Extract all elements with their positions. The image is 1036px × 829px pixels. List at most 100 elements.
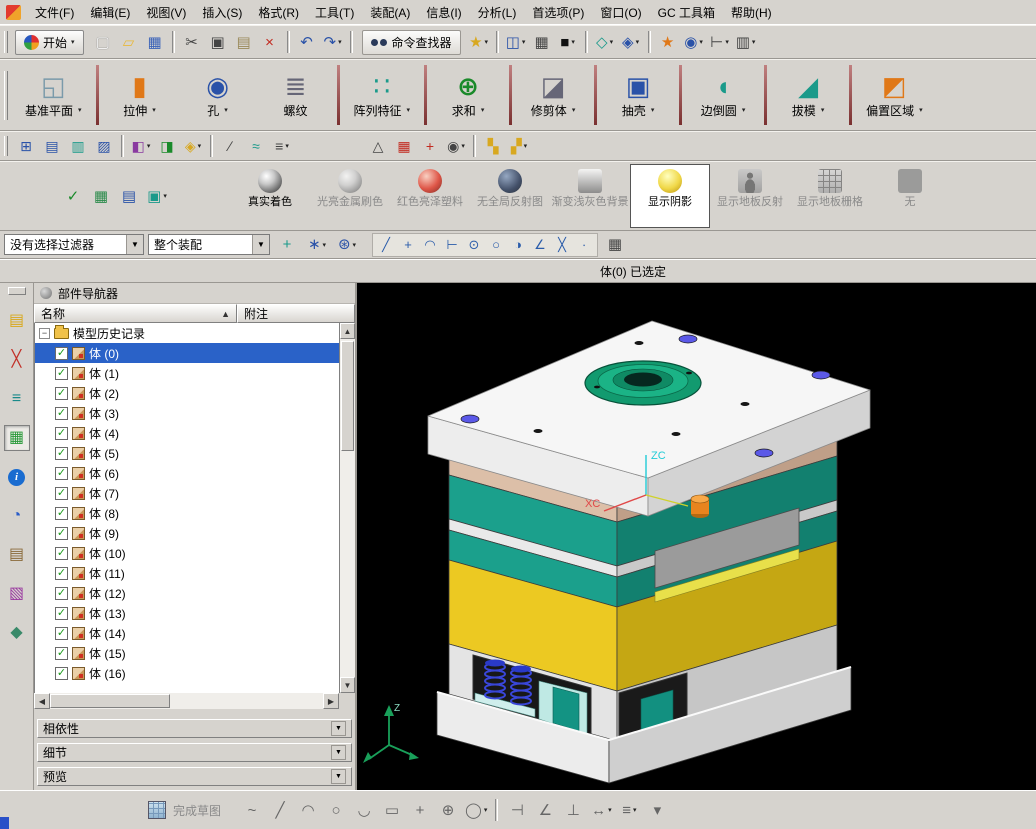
sketch-tool-button[interactable]: ▭ ▾ xyxy=(379,797,405,823)
sidebar-resource-button[interactable]: ▤ xyxy=(4,308,30,334)
mold-3d-model[interactable]: ZC XC Z xyxy=(357,283,1036,790)
part-navigator-titlebar[interactable]: 部件导航器 xyxy=(34,283,355,304)
toolbar-button[interactable]: ▾ xyxy=(585,31,588,53)
feature-button[interactable]: ◖ 边倒圆 ▾ xyxy=(684,62,762,128)
navigator-section-bar[interactable]: 预览 ▼ xyxy=(37,767,352,786)
tree-item-body[interactable]: ✓ 体 (13) xyxy=(35,603,339,623)
menu-item[interactable]: 视图(V) xyxy=(138,1,194,24)
toolbar-button[interactable]: ▤ ▾ xyxy=(39,133,65,159)
toolbar-button[interactable]: ⊞ ▾ xyxy=(13,133,39,159)
render-style-button[interactable]: 渐变浅灰色背景 xyxy=(550,164,630,228)
snap-point-toggle[interactable]: ╳ xyxy=(551,234,573,256)
sketch-tool-button[interactable]: + ▾ xyxy=(407,797,433,823)
toolbar-button[interactable]: ≡ ▾ xyxy=(269,133,295,159)
feature-button[interactable]: ▣ 抽壳 ▾ xyxy=(599,62,677,128)
start-button[interactable]: 开始 ▾ xyxy=(15,30,84,55)
toolbar-button[interactable]: ★ ▾ xyxy=(466,29,492,55)
toolbar-button[interactable]: ▾ xyxy=(121,135,124,157)
toolbar-button[interactable]: ≈ ▾ xyxy=(243,133,269,159)
feature-button[interactable]: ◩ 偏置区域 ▾ xyxy=(854,62,935,128)
snap-point-toggle[interactable]: ⊢ xyxy=(441,234,463,256)
checkbox-icon[interactable]: ✓ xyxy=(55,447,68,460)
finish-sketch-icon[interactable] xyxy=(148,801,166,819)
sketch-tool-button[interactable]: ⊥ ▾ xyxy=(560,797,586,823)
scroll-up-icon[interactable]: ▲ xyxy=(340,323,355,339)
feature-button[interactable]: ◉ 孔 ▾ xyxy=(179,62,257,128)
checkbox-icon[interactable]: ✓ xyxy=(55,667,68,680)
graphics-viewport[interactable]: ZC XC Z xyxy=(357,283,1036,790)
toolbar-button[interactable]: ▾ xyxy=(473,135,476,157)
menu-item[interactable]: GC 工具箱 xyxy=(650,1,723,24)
feature-button[interactable]: ▾ xyxy=(679,65,682,125)
column-header-name[interactable]: 名称 ▲ xyxy=(34,304,237,323)
toolbar-button[interactable]: ▞ ▾ xyxy=(506,133,532,159)
sketch-tool-button[interactable]: ◯ ▾ xyxy=(463,797,489,823)
sketch-tool-button[interactable]: ∠ ▾ xyxy=(532,797,558,823)
toolbar-button[interactable]: ▾ xyxy=(295,133,365,159)
sidebar-resource-button[interactable]: ▤ xyxy=(4,542,30,568)
feature-button[interactable]: ⊕ 求和 ▾ xyxy=(429,62,507,128)
sketch-tool-button[interactable]: ≡ ▾ xyxy=(616,797,642,823)
selection-tool-button[interactable]: + ▾ xyxy=(274,232,300,258)
tree-item-body[interactable]: ✓ 体 (0) xyxy=(35,343,339,363)
toolbar-grip[interactable] xyxy=(4,71,8,120)
toolbar-button[interactable]: ▦ ▾ xyxy=(142,29,168,55)
toolbar-button[interactable]: ◈ ▾ xyxy=(618,29,644,55)
toolbar-button[interactable]: ▨ ▾ xyxy=(91,133,117,159)
sketch-tool-button[interactable]: ⊕ ▾ xyxy=(435,797,461,823)
feature-button[interactable]: ≣ 螺纹 ▾ xyxy=(257,62,335,128)
toolbar-button[interactable]: ⊢ ▾ xyxy=(707,29,733,55)
menu-item[interactable]: 编辑(E) xyxy=(82,1,138,24)
feature-button[interactable]: ◱ 基准平面 ▾ xyxy=(13,62,94,128)
tree-item-body[interactable]: ✓ 体 (14) xyxy=(35,623,339,643)
render-style-button[interactable]: 无 xyxy=(870,164,950,228)
toolbar-button[interactable]: ▾ xyxy=(172,31,175,53)
column-header-note[interactable]: 附注 xyxy=(237,304,355,323)
chevron-down-icon[interactable]: ▼ xyxy=(331,745,346,760)
menu-item[interactable]: 格式(R) xyxy=(250,1,307,24)
feature-button[interactable]: ◢ 拔模 ▾ xyxy=(769,62,847,128)
render-style-button[interactable]: 红色亮泽塑料 xyxy=(390,164,470,228)
toolbar-button[interactable]: ▢ ▾ xyxy=(90,29,116,55)
checkbox-icon[interactable]: ✓ xyxy=(55,367,68,380)
menu-item[interactable]: 帮助(H) xyxy=(723,1,780,24)
locating-ring[interactable] xyxy=(585,361,701,405)
toolbar-button[interactable]: ▱ ▾ xyxy=(116,29,142,55)
selection-tool-button[interactable]: ⊛ ▾ xyxy=(334,232,360,258)
snap-point-toggle[interactable]: ∙ xyxy=(573,234,595,256)
checkbox-icon[interactable]: ✓ xyxy=(55,487,68,500)
sidebar-resource-button[interactable]: ◆ xyxy=(4,620,30,646)
sidebar-resource-button[interactable]: ╳ xyxy=(4,347,30,373)
toolbar-button[interactable]: ▾ xyxy=(496,31,499,53)
snap-point-toggle[interactable]: ◠ xyxy=(419,234,441,256)
menu-item[interactable]: 插入(S) xyxy=(194,1,250,24)
scrollbar-thumb[interactable] xyxy=(50,694,170,708)
chevron-down-icon[interactable]: ▼ xyxy=(331,721,346,736)
toolbar-button[interactable]: ◉ ▾ xyxy=(443,133,469,159)
tree-item-body[interactable]: ✓ 体 (9) xyxy=(35,523,339,543)
scroll-left-icon[interactable]: ◀ xyxy=(34,693,50,709)
sketch-tool-button[interactable]: ▾ xyxy=(495,799,498,821)
render-style-button[interactable]: 真实着色 xyxy=(230,164,310,228)
toolbar-button[interactable]: ↷ ▾ xyxy=(320,29,346,55)
snap-point-toggle[interactable]: ╱ xyxy=(375,234,397,256)
render-style-button[interactable]: 显示地板栅格 xyxy=(790,164,870,228)
checkbox-icon[interactable]: ✓ xyxy=(55,627,68,640)
toolbar-button[interactable]: ▥ ▾ xyxy=(733,29,759,55)
menu-item[interactable]: 文件(F) xyxy=(27,1,82,24)
sketch-tool-button[interactable]: ▾ ▾ xyxy=(644,797,670,823)
toolbar-button[interactable]: ▦ ▾ xyxy=(88,183,114,209)
sprue-bushing[interactable] xyxy=(691,495,709,518)
scrollbar-thumb[interactable] xyxy=(341,341,354,451)
dropdown-arrow-icon[interactable]: ▼ xyxy=(126,235,143,254)
tree-item-body[interactable]: ✓ 体 (7) xyxy=(35,483,339,503)
toolbar-button[interactable]: ▦ ▾ xyxy=(391,133,417,159)
sidebar-resource-button[interactable]: i xyxy=(4,464,30,490)
grid-snap-button[interactable]: ▦ xyxy=(602,232,628,258)
toolbar-button[interactable]: ◫ ▾ xyxy=(503,29,529,55)
toolbar-button[interactable]: ◨ ▾ xyxy=(154,133,180,159)
horizontal-scrollbar[interactable]: ◀ ▶ xyxy=(34,693,355,709)
checkbox-icon[interactable]: ✓ xyxy=(55,527,68,540)
render-style-button[interactable]: 无全局反射图 xyxy=(470,164,550,228)
checkbox-icon[interactable]: ✓ xyxy=(55,547,68,560)
